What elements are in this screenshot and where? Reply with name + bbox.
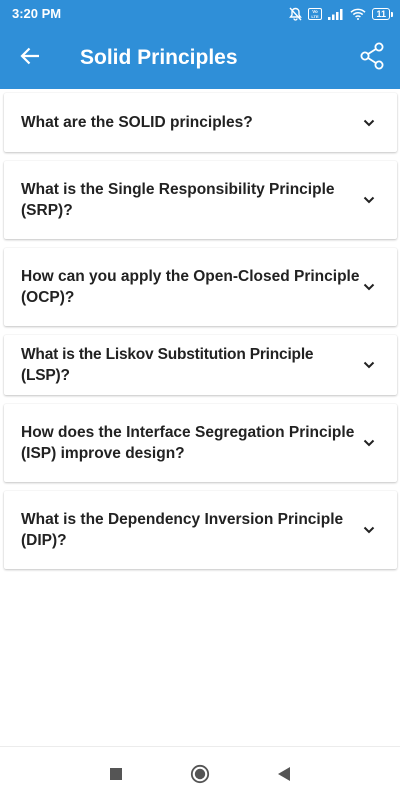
back-button[interactable] bbox=[0, 27, 60, 89]
share-icon bbox=[359, 42, 385, 75]
chevron-down-icon bbox=[363, 439, 375, 447]
question-card-solid[interactable]: What are the SOLID principles? bbox=[4, 93, 397, 152]
system-nav-bar bbox=[0, 746, 400, 800]
question-text: What is the Dependency Inversion Princip… bbox=[21, 511, 344, 549]
battery-level: 11 bbox=[376, 8, 386, 19]
question-text: How can you apply the Open-Closed Princi… bbox=[21, 268, 360, 306]
volte-icon: Vo LTE bbox=[308, 7, 323, 20]
wifi-icon bbox=[350, 8, 367, 20]
question-text: What are the SOLID principles? bbox=[21, 114, 253, 131]
question-list: What are the SOLID principles? What is t… bbox=[4, 93, 397, 578]
circle-icon bbox=[190, 764, 210, 783]
share-button[interactable] bbox=[344, 27, 400, 89]
question-card-dip[interactable]: What is the Dependency Inversion Princip… bbox=[4, 491, 397, 569]
signal-icon bbox=[328, 8, 344, 20]
square-icon bbox=[110, 767, 122, 780]
question-text: How does the Interface Segregation Princ… bbox=[21, 424, 355, 462]
mute-notification-icon bbox=[289, 7, 303, 21]
nav-back-button[interactable] bbox=[242, 747, 326, 800]
chevron-down-icon bbox=[363, 196, 375, 204]
question-text: What is the Liskov Substitution Principl… bbox=[21, 346, 314, 384]
app-bar: Solid Principles bbox=[0, 27, 400, 89]
chevron-down-icon bbox=[363, 526, 375, 534]
question-card-isp[interactable]: How does the Interface Segregation Princ… bbox=[4, 404, 397, 482]
status-bar: 3:20 PM Vo LTE 11 bbox=[0, 0, 400, 27]
question-text: What is the Single Responsibility Princi… bbox=[21, 181, 335, 219]
question-card-srp[interactable]: What is the Single Responsibility Princi… bbox=[4, 161, 397, 239]
svg-text:LTE: LTE bbox=[312, 14, 320, 19]
arrow-left-icon bbox=[20, 47, 40, 70]
status-time: 3:20 PM bbox=[12, 6, 62, 21]
question-card-ocp[interactable]: How can you apply the Open-Closed Princi… bbox=[4, 248, 397, 326]
page-title: Solid Principles bbox=[80, 46, 238, 69]
chevron-down-icon bbox=[363, 119, 375, 126]
home-button[interactable] bbox=[158, 747, 242, 800]
chevron-down-icon bbox=[363, 283, 375, 291]
question-card-lsp[interactable]: What is the Liskov Substitution Principl… bbox=[4, 335, 397, 395]
battery-icon: 11 bbox=[372, 7, 393, 20]
triangle-back-icon bbox=[278, 766, 290, 781]
status-icons: Vo LTE 11 bbox=[289, 7, 393, 21]
chevron-down-icon bbox=[363, 361, 375, 369]
recents-button[interactable] bbox=[74, 747, 158, 800]
